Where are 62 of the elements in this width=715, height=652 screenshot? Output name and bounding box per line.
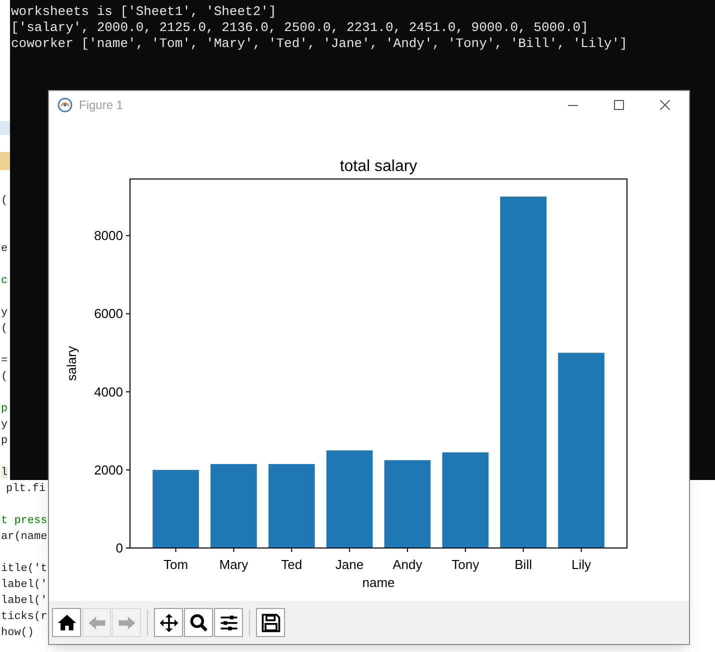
code-line: e: [1, 243, 8, 255]
code-line: plt.fi: [5, 483, 46, 495]
tab-strip: [0, 121, 10, 135]
y-tick-label: 4000: [94, 384, 123, 400]
console-line: coworker ['name', 'Tom', 'Mary', 'Ted', 'Jane', 'Andy', 'Tony', 'Bill', 'Lily']: [11, 36, 628, 52]
tick-mark: [126, 313, 130, 314]
chart-title: total salary: [340, 158, 418, 175]
code-line: c: [1, 275, 8, 287]
x-tick-label: Lily: [571, 557, 591, 572]
code-line: ticks(r: [1, 611, 48, 623]
tick-mark: [580, 548, 582, 552]
code-line: (: [1, 195, 8, 207]
console-line: worksheets is ['Sheet1', 'Sheet2']: [11, 4, 278, 20]
window-title: Figure 1: [79, 97, 124, 114]
tick-mark: [522, 548, 524, 552]
code-line: y: [1, 307, 8, 319]
tick-mark: [233, 548, 234, 552]
maximize-icon[interactable]: [614, 100, 624, 110]
code-line: y: [1, 419, 8, 431]
app-icon: [57, 97, 73, 113]
code-line: label(': [1, 595, 48, 607]
code-line: ar(name: [1, 531, 48, 543]
zoom-button[interactable]: [184, 608, 213, 637]
code-line: how(): [1, 627, 34, 639]
y-tick-label: 6000: [94, 306, 123, 322]
code-line: t press: [1, 515, 48, 527]
x-tick-label: Tony: [452, 557, 480, 572]
home-button[interactable]: [52, 608, 81, 637]
y-tick-label: 0: [116, 540, 123, 556]
configure-button[interactable]: [214, 608, 243, 637]
tick-mark: [406, 548, 408, 552]
y-tick-label: 8000: [94, 228, 123, 244]
tick-mark: [126, 235, 130, 236]
x-tick-label: Tom: [163, 557, 188, 572]
tick-mark: [291, 548, 292, 552]
tick-mark: [126, 469, 130, 470]
tick-mark: [464, 548, 466, 552]
code-line: =: [1, 355, 8, 367]
code-line: (: [1, 371, 8, 383]
search-icon: [188, 612, 210, 634]
y-tick-label: 2000: [94, 462, 123, 478]
save-button[interactable]: [256, 608, 285, 637]
highlight-bar: [0, 152, 10, 170]
code-line: p: [1, 435, 8, 447]
console-line: ['salary', 2000.0, 2125.0, 2136.0, 2500.0, 2231.0, 2451.0, 9000.0, 5000.0]: [11, 20, 590, 36]
x-tick-label: Andy: [392, 557, 422, 572]
axis-label: salary: [64, 346, 79, 381]
tick-mark: [175, 548, 176, 552]
tick-mark: [126, 391, 130, 392]
x-tick-label: Ted: [281, 557, 302, 572]
code-line: label(': [1, 579, 48, 591]
move-icon: [158, 612, 180, 634]
tick-mark: [349, 548, 350, 552]
code-line: p: [1, 403, 8, 415]
x-tick-label: Bill: [514, 557, 532, 572]
x-tick-label: Mary: [219, 557, 248, 572]
x-tick-label: Jane: [335, 557, 364, 572]
axis-label: name: [362, 575, 395, 590]
pan-button[interactable]: [154, 608, 183, 637]
close-icon[interactable]: [660, 100, 670, 110]
code-line: (: [1, 323, 8, 335]
code-line: itle('t: [1, 563, 48, 575]
